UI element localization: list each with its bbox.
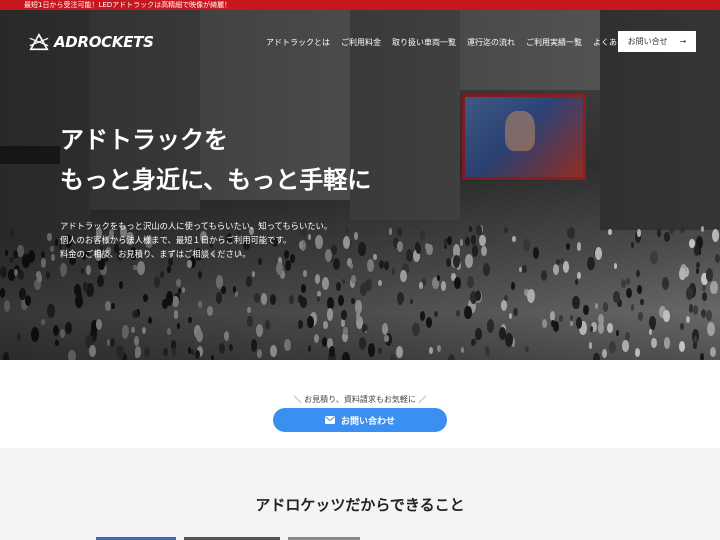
hero-description-line: 料金のご相談、お見積り、まずはご相談ください。 bbox=[60, 249, 251, 259]
nav-item-vehicles[interactable]: 取り扱い車両一覧 bbox=[392, 37, 456, 48]
main-nav: アドトラックとは ご利用料金 取り扱い車両一覧 運行迄の流れ ご利用実績一覧 よ… bbox=[266, 37, 641, 48]
announcement-text: 最短1日から受注可能！LEDアドトラックは高精細で映像が綺麗！ bbox=[24, 1, 232, 9]
nav-item-results[interactable]: ご利用実績一覧 bbox=[526, 37, 582, 48]
hero-title-line: もっと身近に、もっと手軽に bbox=[60, 166, 372, 194]
rocket-icon bbox=[29, 32, 49, 51]
hero-section: ADROCKETS アドトラックとは ご利用料金 取り扱い車両一覧 運行迄の流れ… bbox=[0, 10, 720, 360]
hero-title-line: アドトラックを bbox=[60, 126, 228, 154]
nav-item-flow[interactable]: 運行迄の流れ bbox=[467, 37, 515, 48]
header-contact-label: お問い合せ bbox=[627, 37, 668, 46]
arrow-right-icon: → bbox=[679, 37, 687, 46]
hero-description-line: 個人のお客様から法人様まで、最短１日からご利用可能です。 bbox=[60, 235, 292, 245]
cta-note: ＼ お見積り、資料請求もお気軽に ／ bbox=[293, 395, 427, 404]
hero-description-line: アドトラックをもっと沢山の人に使ってもらいたい、知ってもらいたい。 bbox=[60, 221, 333, 231]
mail-icon bbox=[324, 416, 335, 424]
cta-section: ＼ お見積り、資料請求もお気軽に ／ お問い合わせ bbox=[0, 360, 720, 448]
logo-text: ADROCKETS bbox=[54, 33, 154, 51]
hero-title: アドトラックを もっと身近に、もっと手軽に bbox=[60, 120, 371, 200]
contact-button-label: お問い合わせ bbox=[340, 416, 395, 427]
features-section: アドロケッツだからできること bbox=[0, 448, 720, 540]
site-logo[interactable]: ADROCKETS bbox=[28, 30, 154, 54]
features-title: アドロケッツだからできること bbox=[255, 496, 465, 514]
nav-item-about[interactable]: アドトラックとは bbox=[266, 37, 330, 48]
header-contact-button[interactable]: お問い合せ → bbox=[618, 31, 696, 52]
announcement-bar: 最短1日から受注可能！LEDアドトラックは高精細で映像が綺麗！ bbox=[0, 0, 720, 10]
contact-button[interactable]: お問い合わせ bbox=[273, 408, 447, 432]
nav-item-pricing[interactable]: ご利用料金 bbox=[341, 37, 381, 48]
hero-description: アドトラックをもっと沢山の人に使ってもらいたい、知ってもらいたい。 個人のお客様… bbox=[60, 219, 332, 261]
